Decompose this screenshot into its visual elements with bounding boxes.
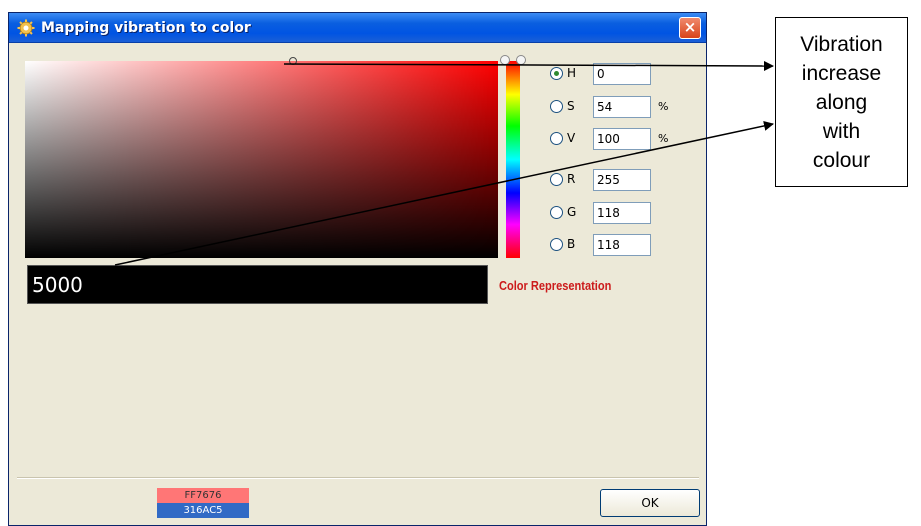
field-b-label: B	[567, 237, 576, 251]
radio-g[interactable]	[550, 206, 563, 219]
hue-slider-right-handle[interactable]	[516, 55, 526, 65]
color-selection-marker[interactable]	[289, 57, 297, 65]
hue-slider[interactable]	[500, 55, 526, 258]
annotation-line: Vibration	[800, 33, 883, 56]
color-representation-label: Color Representation	[499, 278, 612, 293]
close-icon: ×	[683, 18, 697, 36]
annotation-text: Vibration increase along with colour	[776, 30, 907, 175]
annotation-line: along	[815, 91, 868, 114]
hue-slider-left-handle[interactable]	[500, 55, 510, 65]
vibration-value-display: 5000	[27, 265, 488, 304]
close-button[interactable]: ×	[679, 17, 701, 39]
radio-s[interactable]	[550, 100, 563, 113]
field-v-label: V	[567, 131, 576, 145]
field-s-label: S	[567, 99, 575, 113]
new-color-swatch: FF7676	[157, 488, 249, 503]
annotation-line: increase	[801, 62, 882, 85]
field-h-label: H	[567, 66, 577, 80]
title-bar[interactable]: Mapping vibration to color ×	[9, 13, 706, 43]
ok-button[interactable]: OK	[600, 489, 700, 517]
annotation-line: with	[822, 120, 861, 143]
v-input[interactable]	[593, 128, 651, 150]
field-g-label: G	[567, 205, 577, 219]
annotation-callout: Vibration increase along with colour	[775, 17, 908, 187]
r-input[interactable]	[593, 169, 651, 191]
s-unit: %	[658, 100, 669, 113]
v-unit: %	[658, 132, 669, 145]
radio-v[interactable]	[550, 132, 563, 145]
divider	[17, 477, 699, 479]
ok-button-label: OK	[641, 496, 659, 510]
b-input[interactable]	[593, 234, 651, 256]
annotation-line: colour	[812, 149, 871, 172]
s-input[interactable]	[593, 96, 651, 118]
h-input[interactable]	[593, 63, 651, 85]
radio-b[interactable]	[550, 238, 563, 251]
field-r-label: R	[567, 172, 576, 186]
original-color-swatch: 316AC5	[157, 503, 249, 518]
saturation-value-area[interactable]	[25, 57, 498, 258]
window-title: Mapping vibration to color	[41, 20, 251, 36]
g-input[interactable]	[593, 202, 651, 224]
radio-r[interactable]	[550, 173, 563, 186]
color-picker-dialog: Mapping vibration to color × H S % V % R…	[8, 12, 707, 526]
gear-icon	[17, 19, 35, 37]
vibration-value: 5000	[32, 273, 83, 297]
radio-h[interactable]	[550, 67, 563, 80]
